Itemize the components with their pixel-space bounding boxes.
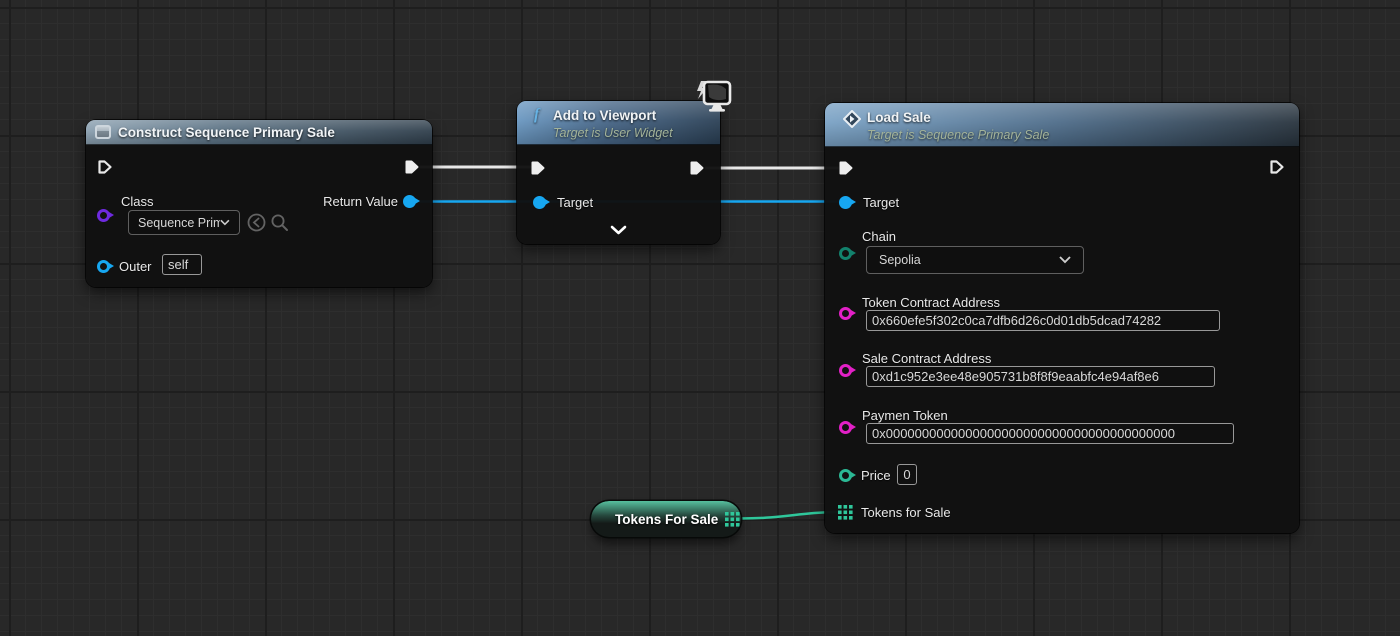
function-f-icon: f <box>534 106 540 123</box>
exec-in-pin[interactable] <box>530 160 546 176</box>
class-pin[interactable] <box>97 208 114 222</box>
target-pin[interactable] <box>839 195 856 209</box>
node-add-to-viewport[interactable]: f Add to Viewport Target is User Widget … <box>517 80 732 244</box>
outer-pin[interactable] <box>97 259 114 273</box>
node-title: Construct Sequence Primary Sale <box>118 125 335 140</box>
chain-pin-label: Chain <box>862 229 896 244</box>
price-pin[interactable] <box>839 468 856 482</box>
tokens-for-sale-pin-label: Tokens for Sale <box>861 505 951 520</box>
price-pin-label: Price <box>861 468 891 483</box>
node-load-sale[interactable]: Load Sale Target is Sequence Primary Sal… <box>825 103 1299 533</box>
price-value-field[interactable] <box>897 464 917 485</box>
node-header[interactable]: f Add to Viewport Target is User Widget <box>517 101 720 145</box>
advanced-collapse-chevron-icon[interactable] <box>610 225 627 235</box>
tokens-for-sale-array-pin[interactable] <box>838 505 853 520</box>
exec-out-pin[interactable] <box>689 160 705 176</box>
outer-value-field[interactable] <box>162 254 202 275</box>
node-subtitle: Target is Sequence Primary Sale <box>867 128 1050 142</box>
return-value-pin-label: Return Value <box>323 194 398 209</box>
target-pin[interactable] <box>533 195 550 209</box>
diamond-arrow-icon <box>843 110 861 128</box>
payment-token-field[interactable] <box>866 423 1234 444</box>
node-subtitle: Target is User Widget <box>553 126 673 140</box>
chain-pin[interactable] <box>839 246 856 260</box>
class-select[interactable]: Sequence Prima <box>128 210 240 235</box>
token-contract-address-pin[interactable] <box>839 306 856 320</box>
variable-title: Tokens For Sale <box>615 511 719 527</box>
exec-in-pin[interactable] <box>838 160 854 176</box>
token-contract-address-label: Token Contract Address <box>862 294 1001 310</box>
target-pin-label: Target <box>863 195 900 210</box>
node-construct-sequence-primary-sale[interactable]: Construct Sequence Primary Sale Class Se… <box>86 120 432 287</box>
outer-pin-label: Outer <box>119 259 152 274</box>
chevron-down-icon <box>220 219 230 226</box>
array-output-pin[interactable] <box>725 511 740 527</box>
sale-contract-address-pin[interactable] <box>839 363 856 377</box>
node-header[interactable]: Load Sale Target is Sequence Primary Sal… <box>825 103 1299 147</box>
target-pin-label: Target <box>557 195 594 210</box>
node-title: Load Sale <box>867 110 931 125</box>
sale-contract-address-label: Sale Contract Address <box>862 350 992 366</box>
class-pin-label: Class <box>121 194 154 209</box>
return-value-pin[interactable] <box>403 194 420 208</box>
node-tokens-for-sale-variable[interactable]: Tokens For Sale <box>591 501 741 537</box>
browse-magnifier-icon[interactable] <box>270 213 289 232</box>
node-title: Add to Viewport <box>553 108 657 123</box>
exec-out-pin[interactable] <box>404 159 420 175</box>
chevron-down-icon <box>1059 256 1071 264</box>
token-contract-address-field[interactable] <box>866 310 1220 331</box>
node-header[interactable]: Construct Sequence Primary Sale <box>86 120 432 145</box>
blueprint-graph-canvas[interactable]: Construct Sequence Primary Sale Class Se… <box>0 0 1400 636</box>
payment-token-pin[interactable] <box>839 420 856 434</box>
monitor-lightning-icon <box>697 80 732 112</box>
chain-select[interactable]: Sepolia <box>866 246 1084 274</box>
sale-contract-address-field[interactable] <box>866 366 1215 387</box>
construct-node-icon <box>95 125 111 139</box>
exec-in-pin[interactable] <box>97 159 113 175</box>
exec-out-pin[interactable] <box>1269 159 1285 175</box>
payment-token-label: Paymen Token <box>862 407 948 423</box>
use-selected-icon[interactable] <box>247 213 266 232</box>
